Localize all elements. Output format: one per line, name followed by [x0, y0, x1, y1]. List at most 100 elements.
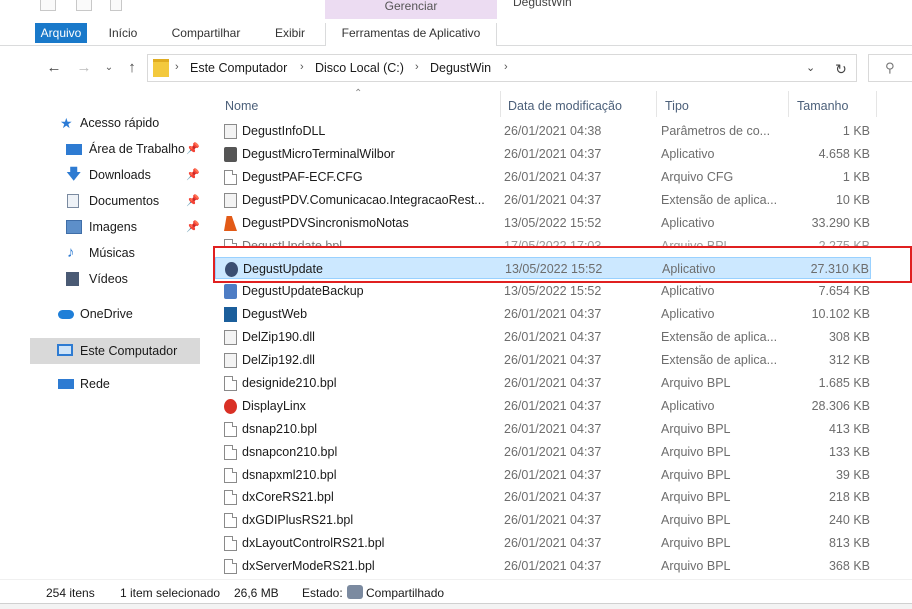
table-row[interactable]: DegustPDV.Comunicacao.IntegracaoRest... …	[215, 189, 871, 211]
address-bar[interactable]: › Este Computador › Disco Local (C:) › D…	[147, 54, 857, 82]
table-row[interactable]: dxGDIPlusRS21.bpl 26/01/2021 04:37 Arqui…	[215, 509, 871, 531]
table-row[interactable]: DegustUpdateBackup 13/05/2022 15:52 Apli…	[215, 280, 871, 302]
sidebar-item-acesso-rapido[interactable]: ★ Acesso rápido	[0, 112, 205, 134]
file-type: Extensão de aplica...	[661, 353, 778, 367]
sidebar-item-imagens[interactable]: Imagens 📌	[0, 216, 205, 238]
item-count: 254 itens	[46, 586, 95, 600]
column-divider[interactable]	[788, 91, 789, 117]
application-icon	[224, 216, 237, 231]
sidebar-item-label: OneDrive	[80, 307, 133, 321]
tab-inicio[interactable]: Início	[98, 23, 148, 46]
sidebar-item-este-computador[interactable]: Este Computador	[30, 338, 200, 364]
sidebar-item-area-de-trabalho[interactable]: Área de Trabalho 📌	[0, 138, 205, 160]
file-icon	[224, 468, 237, 483]
table-row[interactable]: dsnapxml210.bpl 26/01/2021 04:37 Arquivo…	[215, 464, 871, 486]
file-date: 26/01/2021 04:37	[504, 490, 602, 504]
recent-locations-chevron-icon[interactable]: ⌄	[100, 59, 118, 77]
file-size: 312 KB	[828, 353, 870, 367]
up-arrow-icon[interactable]: ↑	[123, 59, 141, 77]
file-size: 10.102 KB	[811, 307, 870, 321]
file-size: 33.290 KB	[811, 216, 870, 230]
forward-arrow-icon[interactable]: →	[75, 59, 93, 77]
breadcrumb-disco-local[interactable]: Disco Local (C:)	[315, 61, 404, 75]
address-row: ← → ⌄ ↑ › Este Computador › Disco Local …	[0, 46, 912, 91]
pin-icon[interactable]: 📌	[186, 190, 200, 212]
file-name: dxGDIPlusRS21.bpl	[242, 513, 354, 527]
download-icon: 🡇	[66, 166, 82, 183]
breadcrumb-este-computador[interactable]: Este Computador	[190, 61, 287, 75]
table-row[interactable]: DelZip192.dll 26/01/2021 04:37 Extensão …	[215, 349, 871, 371]
file-name: DegustMicroTerminalWilbor	[242, 147, 395, 161]
sidebar-item-documentos[interactable]: Documentos 📌	[0, 190, 205, 212]
file-name: designide210.bpl	[242, 376, 337, 390]
selection-count: 1 item selecionado	[120, 586, 221, 600]
table-row[interactable]: designide210.bpl 26/01/2021 04:37 Arquiv…	[215, 372, 871, 394]
file-name: DelZip190.dll	[242, 330, 315, 344]
file-name: dsnapcon210.bpl	[242, 445, 338, 459]
column-header-name[interactable]: Nome	[225, 99, 258, 113]
table-row[interactable]: DegustMicroTerminalWilbor 26/01/2021 04:…	[215, 143, 871, 165]
table-row[interactable]: DegustPDVSincronismoNotas 13/05/2022 15:…	[215, 212, 871, 234]
file-date: 26/01/2021 04:37	[504, 376, 602, 390]
table-row[interactable]: DegustWeb 26/01/2021 04:37 Aplicativo 10…	[215, 303, 871, 325]
table-row[interactable]: DegustInfoDLL 26/01/2021 04:38 Parâmetro…	[215, 120, 871, 142]
documents-icon	[67, 194, 79, 208]
dll-icon	[224, 353, 237, 368]
file-type: Aplicativo	[661, 307, 715, 321]
address-dropdown-chevron-icon[interactable]: ⌄	[806, 61, 815, 74]
sidebar-item-rede[interactable]: Rede	[0, 373, 205, 395]
application-icon	[224, 147, 237, 162]
pin-icon[interactable]: 📌	[186, 216, 200, 238]
file-icon	[224, 170, 237, 185]
table-row[interactable]: dsnap210.bpl 26/01/2021 04:37 Arquivo BP…	[215, 418, 871, 440]
file-list: ⌃ Nome Data de modificação Tipo Tamanho …	[210, 88, 912, 579]
tab-exibir[interactable]: Exibir	[262, 23, 318, 46]
sidebar-item-downloads[interactable]: 🡇 Downloads 📌	[0, 164, 205, 186]
file-date: 26/01/2021 04:37	[504, 170, 602, 184]
table-row[interactable]: DisplayLinx 26/01/2021 04:37 Aplicativo …	[215, 395, 871, 417]
table-row[interactable]: dxCoreRS21.bpl 26/01/2021 04:37 Arquivo …	[215, 486, 871, 508]
selection-size: 26,6 MB	[234, 586, 279, 600]
navigation-pane: ★ Acesso rápido Área de Trabalho 📌 🡇 Dow…	[0, 91, 210, 579]
file-date: 26/01/2021 04:37	[504, 422, 602, 436]
column-header-size[interactable]: Tamanho	[797, 99, 848, 113]
back-arrow-icon[interactable]: ←	[45, 59, 63, 77]
chevron-right-icon[interactable]: ›	[175, 61, 179, 73]
table-row[interactable]: dsnapcon210.bpl 26/01/2021 04:37 Arquivo…	[215, 441, 871, 463]
column-divider[interactable]	[500, 91, 501, 117]
window-bottom-border	[0, 603, 912, 609]
sidebar-item-videos[interactable]: Vídeos	[0, 268, 205, 290]
qat-new-folder-button[interactable]	[76, 0, 92, 11]
file-size: 308 KB	[828, 330, 870, 344]
table-row[interactable]: DelZip190.dll 26/01/2021 04:37 Extensão …	[215, 326, 871, 348]
tab-compartilhar[interactable]: Compartilhar	[160, 23, 252, 46]
table-row[interactable]: DegustPAF-ECF.CFG 26/01/2021 04:37 Arqui…	[215, 166, 871, 188]
sidebar-item-label: Documentos	[89, 194, 160, 208]
chevron-right-icon[interactable]: ›	[300, 61, 304, 73]
qat-customize-button[interactable]	[110, 0, 122, 11]
table-row[interactable]: dxServerModeRS21.bpl 26/01/2021 04:37 Ar…	[215, 555, 871, 577]
column-divider[interactable]	[876, 91, 877, 117]
column-divider[interactable]	[656, 91, 657, 117]
sidebar-item-onedrive[interactable]: OneDrive	[0, 303, 205, 325]
pin-icon[interactable]: 📌	[186, 164, 200, 186]
column-header-date[interactable]: Data de modificação	[508, 99, 622, 113]
sidebar-item-musicas[interactable]: ♪ Músicas	[0, 242, 205, 264]
pin-icon[interactable]: 📌	[186, 138, 200, 160]
tab-arquivo[interactable]: Arquivo	[35, 23, 87, 43]
search-input[interactable]: ⚲	[868, 54, 912, 82]
chevron-right-icon[interactable]: ›	[415, 61, 419, 73]
qat-properties-button[interactable]	[40, 0, 56, 11]
file-type: Parâmetros de co...	[661, 124, 771, 138]
refresh-icon[interactable]: ↻	[828, 58, 854, 82]
column-header-type[interactable]: Tipo	[665, 99, 689, 113]
file-date: 13/05/2022 15:52	[504, 216, 602, 230]
file-name: DegustUpdateBackup	[242, 284, 364, 298]
chevron-right-icon[interactable]: ›	[504, 61, 508, 73]
videos-icon	[66, 272, 79, 286]
sidebar-item-label: Imagens	[89, 220, 137, 234]
file-type: Arquivo BPL	[661, 445, 731, 459]
breadcrumb-degustwin[interactable]: DegustWin	[430, 61, 491, 75]
tab-ferramentas-de-aplicativo[interactable]: Ferramentas de Aplicativo	[325, 23, 497, 47]
table-row[interactable]: dxLayoutControlRS21.bpl 26/01/2021 04:37…	[215, 532, 871, 554]
